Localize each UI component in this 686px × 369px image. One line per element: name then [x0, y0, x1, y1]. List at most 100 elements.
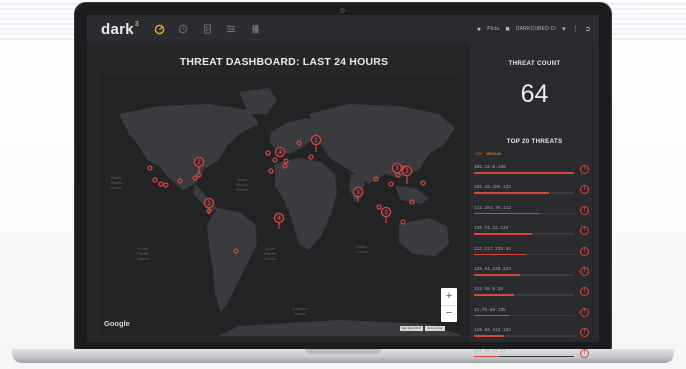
org-icon: ■ [505, 25, 510, 33]
threat-row[interactable]: 111.161.76.112! [470, 202, 599, 222]
threat-row[interactable]: 119.60.113.126! [470, 324, 599, 344]
severity-bar [474, 192, 549, 194]
threat-row[interactable]: 11.75.96.195! [470, 304, 599, 324]
chevron-down-icon[interactable]: ▾ [562, 25, 566, 33]
ocean-label-north-pacific: North Pacific Ocean [110, 175, 122, 190]
threat-marker [400, 219, 406, 225]
zoom-in-button[interactable]: + [441, 288, 457, 306]
severity-bar [474, 253, 526, 256]
radar-icon[interactable] [153, 23, 165, 35]
user-menu[interactable]: Pictu [487, 26, 499, 32]
severity-bar [474, 273, 520, 276]
severity-bar [474, 355, 499, 358]
threat-ip: 11.75.96.195 [474, 307, 506, 313]
filter-icon[interactable] [225, 23, 237, 35]
top-threats-list: 106.12.8.189! 162.16.186.132! 111.161.76.1… [470, 161, 599, 365]
alert-icon[interactable]: ! [580, 205, 589, 215]
world-map-svg: 2 4 2 3 3 2 3 2 4 [119, 88, 463, 336]
nav-icons [153, 23, 261, 35]
threat-cluster: 2 [310, 134, 322, 152]
map-data-link[interactable]: Map data ©2017 [400, 326, 424, 331]
ocean-label-indian: Indian Ocean [356, 244, 368, 254]
threat-marker [283, 158, 289, 164]
alert-icon[interactable]: ! [580, 266, 589, 276]
threat-marker [158, 181, 164, 187]
threat-marker [420, 180, 426, 186]
logout-icon[interactable]: ➲ [585, 25, 591, 33]
threat-marker [376, 204, 382, 210]
severity-bar [474, 172, 574, 174]
more-vertical-icon[interactable]: ⋮ [572, 25, 579, 33]
continent-australia [399, 218, 449, 256]
threat-cluster: 3 [391, 162, 403, 174]
threat-row[interactable]: 106.12.8.189! [470, 161, 599, 181]
alert-icon[interactable]: ! [580, 226, 589, 236]
alert-icon[interactable]: ! [580, 185, 589, 195]
org-selector[interactable]: DARKCUBED CI [516, 26, 556, 32]
threat-row[interactable]: 125.74.12.148! [470, 222, 599, 242]
severity-bar [474, 314, 509, 317]
severity-legend: HIGH MEDIUM [474, 152, 501, 156]
threat-cluster: 3 [203, 197, 215, 214]
threat-row[interactable]: 112.217.225.34! [470, 243, 599, 263]
alert-icon[interactable]: ! [580, 165, 589, 174]
threat-row[interactable]: 112.65.9.28! [470, 283, 599, 303]
photo-stage: dark 3 ● Pictu ■ DARKCUBED CI ▾ ⋮ ➲ THRE… [0, 0, 686, 369]
severity-bar [474, 233, 532, 235]
top-threats-title: TOP 20 THREATS [506, 138, 563, 145]
threat-row[interactable]: 141.98.87.37! [470, 345, 599, 365]
threat-ip: 129.54.249.223 [474, 266, 511, 272]
ocean-label-southern: Southern Ocean [291, 306, 309, 316]
continent-africa [275, 158, 337, 250]
app-logo[interactable]: dark 3 [101, 21, 139, 38]
zoom-out-button[interactable]: − [441, 306, 457, 323]
threat-marker [388, 181, 394, 187]
document-icon[interactable] [201, 23, 213, 35]
logo-text: dark [101, 20, 134, 38]
threat-marker [163, 182, 169, 188]
logo-superscript: 3 [134, 20, 140, 28]
threat-marker [272, 157, 278, 163]
threat-marker [268, 168, 274, 174]
ocean-label-north-atlantic: North Atlantic Ocean [235, 177, 249, 192]
laptop-notch [305, 349, 381, 354]
dashboard-title: THREAT DASHBOARD: LAST 24 HOURS [179, 56, 389, 68]
threat-ip: 106.12.8.189 [474, 165, 506, 170]
threat-ip: 112.65.9.28 [474, 287, 503, 293]
alert-icon[interactable]: ! [580, 348, 589, 358]
threat-ip: 111.161.76.112 [474, 205, 511, 211]
threat-cluster: 4 [274, 146, 286, 158]
threat-count-value: 64 [520, 80, 549, 108]
threat-sidebar: THREAT COUNT 64 TOP 20 THREATS HIGH MEDI… [470, 43, 599, 358]
threat-ip: 125.74.12.148 [474, 226, 509, 232]
threat-marker [152, 177, 158, 183]
terms-link[interactable]: Terms of Use [425, 326, 445, 331]
threat-ip: 119.60.113.126 [474, 328, 511, 334]
ocean-label-south-pacific: South Pacific Ocean [137, 246, 149, 261]
alert-icon[interactable]: ! [580, 246, 589, 256]
threat-cluster: 2 [380, 206, 392, 223]
threat-count-title: THREAT COUNT [508, 60, 561, 67]
top-navbar: dark 3 ● Pictu ■ DARKCUBED CI ▾ ⋮ ➲ [87, 15, 599, 43]
threat-ip: 112.217.225.34 [474, 246, 511, 252]
legend-high: HIGH [474, 152, 483, 156]
ocean-label-south-atlantic: South Atlantic Ocean [263, 246, 277, 261]
alert-icon[interactable]: ! [580, 328, 589, 338]
user-icon: ● [476, 25, 482, 33]
clock-icon[interactable] [177, 23, 189, 35]
severity-bar [474, 294, 514, 296]
threat-map[interactable]: 2 4 2 3 3 2 3 2 4 North Pacific Ocean No… [99, 74, 463, 336]
threat-row[interactable]: 162.16.186.132! [470, 181, 599, 201]
threat-marker [265, 150, 271, 156]
continent-south-america [207, 208, 257, 312]
alert-icon[interactable]: ! [580, 287, 589, 297]
continent-se-asia [395, 186, 429, 204]
threat-row[interactable]: 129.54.249.223! [470, 263, 599, 283]
book-icon[interactable] [249, 23, 261, 35]
alert-icon[interactable]: ! [580, 307, 589, 317]
severity-bar [474, 335, 504, 337]
threat-ip: 141.98.87.37 [474, 348, 506, 354]
threat-ip: 162.16.186.132 [474, 185, 511, 191]
map-attribution: Map data ©2017 Terms of Use [400, 326, 445, 331]
legend-medium: MEDIUM [485, 152, 501, 156]
